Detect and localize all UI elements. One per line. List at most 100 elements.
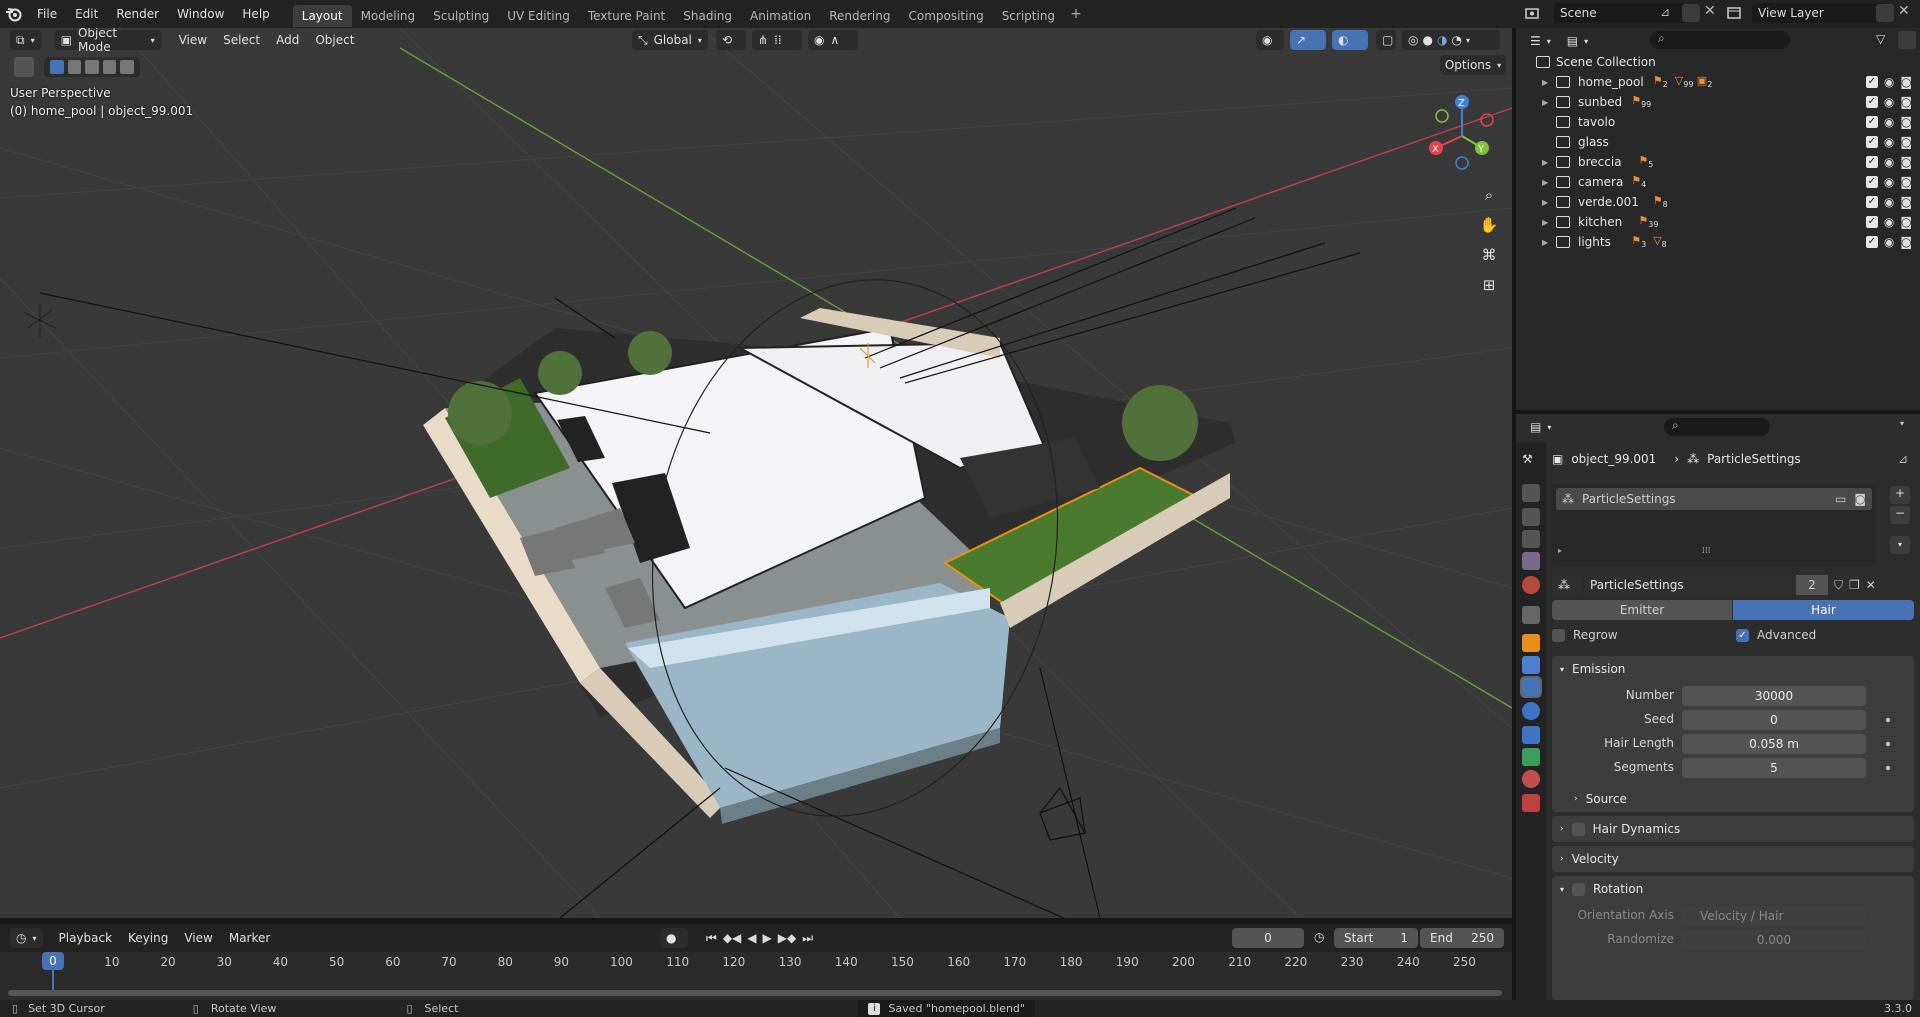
settings-name-field[interactable]: ParticleSettings [1584,575,1794,595]
pin-icon[interactable]: ⊿ [1660,5,1670,19]
jump-start-icon[interactable]: ⏮ [706,931,717,946]
advanced-checkbox-box[interactable]: ✓ [1736,628,1749,642]
select-subtract-icon[interactable] [85,60,99,74]
exclude-checkbox[interactable]: ✓ [1865,96,1878,108]
view-layer-tab-icon[interactable] [1522,530,1540,548]
duplicate-icon[interactable]: ❐ [1849,578,1860,592]
particles-tab-icon[interactable] [1520,676,1542,698]
exclude-checkbox[interactable]: ✓ [1865,236,1878,248]
outliner-collection-row[interactable]: ▶ home_pool ⚑2 ▽99 ▣2 ✓ ◉ ◙ [1516,72,1920,92]
auto-keying-button[interactable]: ● [660,928,688,948]
exclude-checkbox[interactable]: ✓ [1865,196,1878,208]
segments-field[interactable]: 5 [1682,758,1866,778]
eye-icon[interactable]: ◉ [1884,235,1894,249]
tab-scripting[interactable]: Scripting [993,5,1064,27]
filter-icon[interactable]: ▽ [1876,32,1885,46]
tab-compositing[interactable]: Compositing [899,5,992,27]
number-field[interactable]: 30000 [1682,686,1866,706]
breadcrumb-object[interactable]: object_99.001 [1571,452,1656,466]
source-subpanel-header[interactable]: › Source [1574,786,1627,812]
eye-icon[interactable]: ◉ [1884,195,1894,209]
rotation-checkbox[interactable] [1572,882,1586,896]
new-collection-icon[interactable] [1898,31,1916,49]
display-mode-button[interactable]: ▤ ▾ [1561,31,1594,51]
play-icon[interactable]: ▶ [763,931,772,945]
view-layer-icon[interactable] [1726,5,1742,21]
object-type-badge[interactable]: ⚑39 [1638,214,1658,229]
close-icon[interactable]: ✕ [1866,578,1876,592]
camera-render-icon[interactable]: ◙ [1900,155,1912,169]
object-type-badge[interactable]: ▣2 [1697,74,1713,89]
wireframe-shading-icon[interactable]: ◎ [1408,33,1418,47]
rotation-panel-header[interactable]: ▾ Rotation [1552,876,1914,902]
object-type-badge[interactable]: ⚑3 [1631,234,1646,249]
camera-render-icon[interactable]: ◙ [1900,95,1912,109]
tab-rendering[interactable]: Rendering [820,5,899,27]
render-tab-icon[interactable] [1522,484,1540,502]
new-view-layer-icon[interactable] [1876,4,1894,22]
close-icon[interactable]: ✕ [1898,3,1910,19]
scene-tab-icon[interactable] [1522,552,1540,570]
camera-render-icon[interactable]: ◙ [1900,115,1912,129]
tool-settings-toggle[interactable] [14,57,34,77]
scene-icon[interactable] [1524,5,1540,21]
object-type-badge[interactable]: ⚑5 [1638,154,1653,169]
remove-slot-button[interactable]: − [1890,506,1910,524]
camera-render-icon[interactable]: ◙ [1900,195,1912,209]
area-divider[interactable] [1516,410,1920,414]
grid-perspective-icon[interactable]: ⊞ [1476,272,1502,298]
options-button[interactable]: Options ▾ [1440,55,1506,75]
hair-dynamics-panel-header[interactable]: › Hair Dynamics [1552,816,1914,842]
rendered-shading-icon[interactable]: ◔ [1451,33,1461,47]
jump-end-icon[interactable]: ⏭ [802,931,813,946]
timeline-menu-view[interactable]: View [176,931,220,945]
material-shading-icon[interactable]: ◑ [1437,33,1447,47]
seed-field[interactable]: 0 [1682,710,1866,730]
keyframe-dot[interactable] [1886,742,1890,746]
physics-tab-icon[interactable] [1522,702,1540,720]
expand-icon[interactable]: ▸ [1558,546,1562,555]
add-slot-button[interactable]: + [1890,486,1910,504]
object-type-badge[interactable]: ▽99 [1675,74,1694,89]
camera-render-icon[interactable]: ◙ [1900,175,1912,189]
regrow-checkbox-box[interactable] [1552,628,1565,642]
pan-hand-icon[interactable]: ✋ [1476,212,1502,238]
eye-icon[interactable]: ◉ [1884,175,1894,189]
start-frame-field[interactable]: Start 1 [1334,928,1418,948]
list-item[interactable]: ⁂ ParticleSettings ▭ ◙ [1556,488,1872,510]
camera-render-icon[interactable]: ◙ [1900,135,1912,149]
camera-render-icon[interactable]: ◙ [1900,75,1912,89]
hair-dynamics-checkbox[interactable] [1571,822,1585,836]
outliner-collection-row[interactable]: ▶ breccia ⚑5 ✓ ◉ ◙ [1516,152,1920,172]
expand-arrow-icon[interactable]: ▶ [1542,98,1548,107]
outliner-collection-row[interactable]: ▶ sunbed ⚑99 ✓ ◉ ◙ [1516,92,1920,112]
exclude-checkbox[interactable]: ✓ [1865,176,1878,188]
next-keyframe-icon[interactable]: ▶◆ [778,931,796,945]
preview-range-icon[interactable]: ◷ [1314,930,1324,944]
menu-file[interactable]: File [28,0,66,28]
select-new-icon[interactable] [50,60,64,74]
orientation-axis-dropdown[interactable]: Velocity / Hair [1682,906,1866,926]
mode-selector[interactable]: ▣ Object Mode ▾ [54,28,161,54]
menu-render[interactable]: Render [107,0,168,28]
end-frame-field[interactable]: End 250 [1420,928,1504,948]
constraints-tab-icon[interactable] [1522,726,1540,744]
area-divider[interactable] [1512,28,1516,1000]
blender-logo-icon[interactable] [0,0,28,28]
outliner-collection-row[interactable]: ▶ lights ⚑3 ▽8 ✓ ◉ ◙ [1516,232,1920,252]
gizmo-toggle[interactable]: ↗ [1290,30,1326,50]
hair-length-field[interactable]: 0.058 m [1682,734,1866,754]
expand-arrow-icon[interactable]: ▶ [1542,178,1548,187]
keyframe-dot[interactable] [1886,718,1890,722]
tab-modeling[interactable]: Modeling [352,5,425,27]
snapping-button[interactable]: ⋔ ⁞⁞ [752,30,802,50]
outliner-root[interactable]: Scene Collection [1516,52,1920,72]
playhead[interactable]: 0 [42,952,64,970]
resize-handle-icon[interactable]: ⁞⁞⁞ [1702,546,1711,556]
fake-user-shield-icon[interactable]: ⛉ [1834,578,1843,593]
browse-settings-button[interactable]: ⁂ [1552,575,1582,595]
outliner-search-input[interactable]: ⌕ [1650,31,1790,49]
timeline-menu-keying[interactable]: Keying [120,931,176,945]
play-reverse-icon[interactable]: ◀ [747,931,756,945]
add-workspace-button[interactable]: + [1070,6,1082,22]
